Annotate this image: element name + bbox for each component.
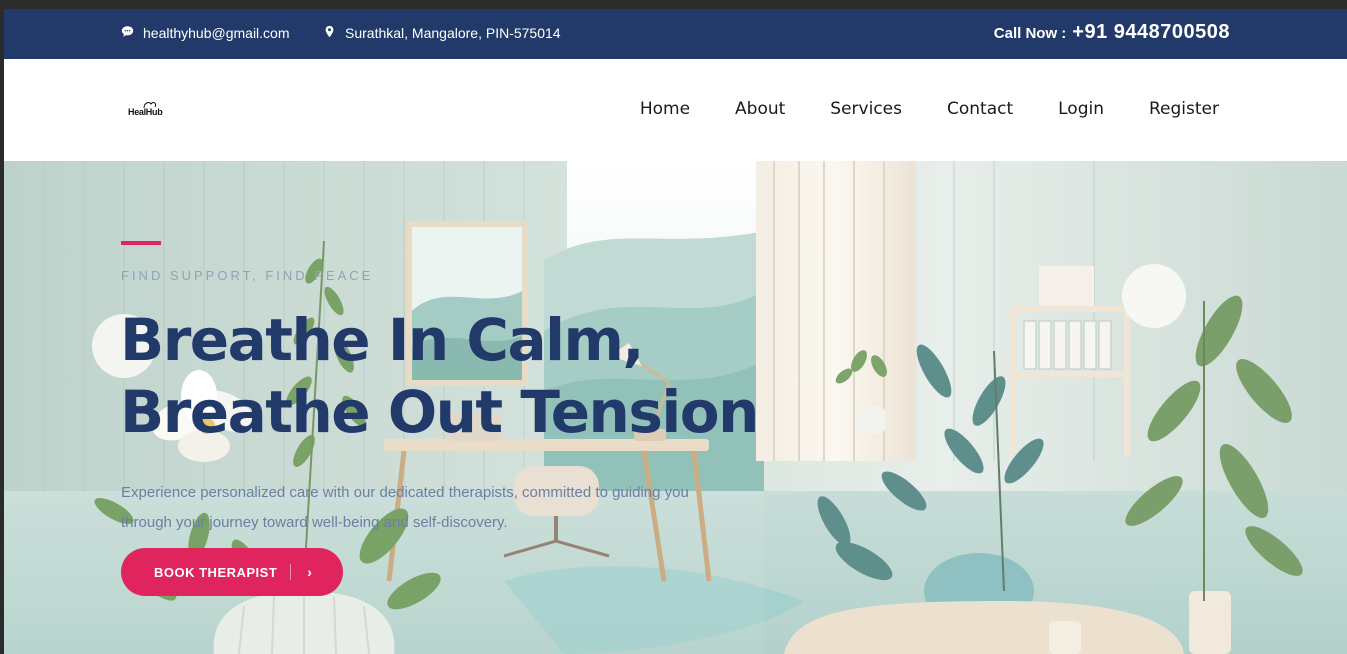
headline-line-2: Breathe Out Tension — [120, 378, 759, 446]
nav-register[interactable]: Register — [1149, 99, 1219, 119]
hero-description: Experience personalized care with our de… — [121, 484, 689, 531]
email-text[interactable]: healthyhub@gmail.com — [143, 25, 290, 41]
site-logo[interactable]: HealHub — [128, 99, 168, 119]
nav-contact[interactable]: Contact — [947, 99, 1013, 119]
email-info: healthyhub@gmail.com — [121, 25, 290, 41]
hero-headline: Breathe In Calm, Breathe Out Tension — [120, 304, 759, 448]
chat-icon — [121, 25, 134, 41]
map-pin-icon — [323, 25, 336, 41]
main-navbar: HealHub Home About Services Contact Logi… — [4, 59, 1347, 161]
cta-label: BOOK THERAPIST — [154, 564, 278, 580]
contact-topbar: healthyhub@gmail.com Surathkal, Mangalor… — [4, 9, 1347, 59]
nav-login[interactable]: Login — [1058, 99, 1104, 119]
chevron-right-icon: › — [307, 564, 313, 580]
nav-services[interactable]: Services — [830, 99, 902, 119]
hero-section: FIND SUPPORT, FIND PEACE Breathe In Calm… — [4, 161, 1347, 654]
nav-about[interactable]: About — [735, 99, 785, 119]
phone-number[interactable]: +91 9448700508 — [1072, 21, 1230, 44]
browser-viewport: healthyhub@gmail.com Surathkal, Mangalor… — [4, 9, 1347, 654]
call-label: Call Now : — [993, 25, 1067, 42]
hero-eyebrow: FIND SUPPORT, FIND PEACE — [121, 268, 374, 283]
accent-line — [121, 241, 161, 245]
logo-text: HealHub — [128, 107, 163, 117]
headline-line-1: Breathe In Calm, — [120, 306, 644, 374]
address-text: Surathkal, Mangalore, PIN-575014 — [345, 25, 561, 41]
book-therapist-button[interactable]: BOOK THERAPIST › — [121, 548, 343, 596]
cta-divider — [290, 564, 292, 580]
nav-home[interactable]: Home — [640, 99, 690, 119]
address-info: Surathkal, Mangalore, PIN-575014 — [323, 25, 561, 41]
call-now[interactable]: Call Now : +91 9448700508 — [994, 21, 1230, 44]
primary-nav: Home About Services Contact Login Regist… — [640, 99, 1219, 119]
